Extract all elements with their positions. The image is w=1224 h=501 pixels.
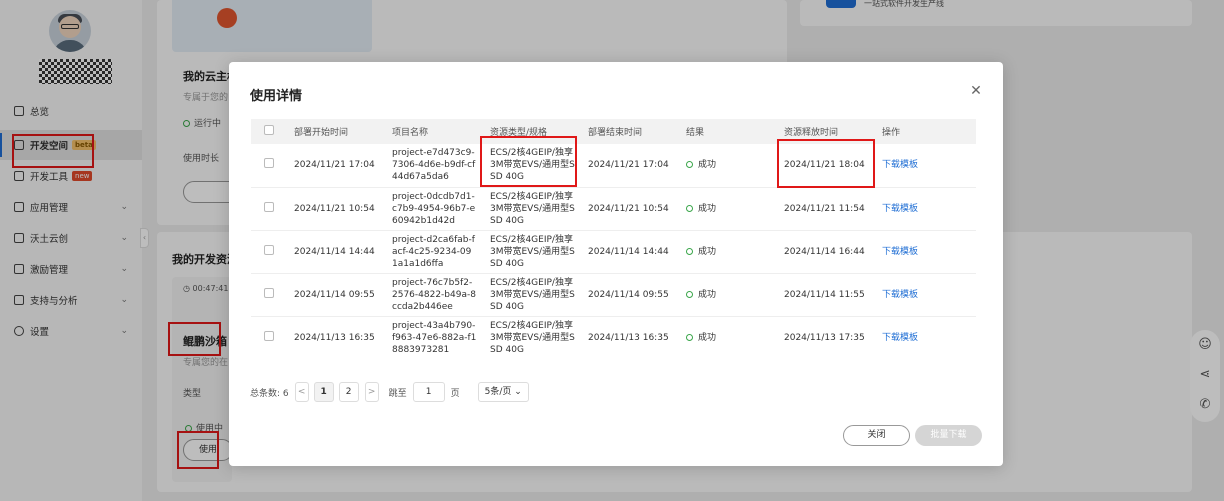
column-header: 操作	[875, 119, 976, 144]
highlight-resource-spec	[480, 136, 577, 187]
prev-page-button[interactable]: <	[294, 382, 309, 402]
start-time: 2024/11/21 17:04	[287, 144, 385, 188]
jump-label: 跳至	[388, 388, 407, 399]
pagination: 总条数: 6 < 1 2 > 跳至 页 5条/页 ⌄	[250, 382, 529, 402]
project-name: project-76c7b5f2-2576-4822-b49a-8ccda2b4…	[385, 273, 483, 317]
project-name: project-d2ca6fab-facf-4c25-9234-091a1a1d…	[385, 230, 483, 274]
row-checkbox[interactable]	[264, 330, 274, 341]
project-name: project-0dcdb7d1-c7b9-4954-96b7-e60942b1…	[385, 187, 483, 231]
download-template-link[interactable]: 下载模板	[882, 247, 918, 257]
success-icon	[686, 161, 693, 169]
result: 成功	[679, 144, 777, 188]
success-icon	[686, 204, 693, 212]
end-time: 2024/11/14 09:55	[581, 273, 679, 317]
start-time: 2024/11/14 14:44	[287, 230, 385, 274]
table-row: 2024/11/14 09:55 project-76c7b5f2-2576-4…	[251, 273, 976, 317]
success-icon	[686, 290, 693, 298]
page-size-select[interactable]: 5条/页 ⌄	[477, 382, 529, 402]
table-row: 2024/11/14 14:44 project-d2ca6fab-facf-4…	[251, 230, 976, 274]
table-scroll-fade	[251, 353, 976, 359]
row-checkbox[interactable]	[264, 158, 274, 169]
download-template-link[interactable]: 下载模板	[882, 160, 918, 170]
table-row: 2024/11/21 10:54 project-0dcdb7d1-c7b9-4…	[251, 187, 976, 231]
close-button[interactable]: 关闭	[843, 425, 910, 446]
column-header: 项目名称	[385, 119, 483, 144]
resource-spec: ECS/2核4GEIP/独享3M带宽EVS/通用型SSD 40G	[483, 187, 581, 231]
usage-details-modal: 使用详情 ✕ 部署开始时间 项目名称 资源类型/规格 部署结束时间 结果 资源释…	[229, 62, 1003, 466]
resource-spec: ECS/2核4GEIP/独享3M带宽EVS/通用型SSD 40G	[483, 230, 581, 274]
select-all-checkbox[interactable]	[264, 125, 274, 135]
release-time: 2024/11/21 11:54	[777, 187, 875, 231]
total-count: 总条数: 6	[250, 388, 289, 399]
page-2-button[interactable]: 2	[338, 382, 359, 402]
result: 成功	[679, 273, 777, 317]
resource-spec: ECS/2核4GEIP/独享3M带宽EVS/通用型SSD 40G	[483, 273, 581, 317]
row-checkbox[interactable]	[264, 287, 274, 298]
highlight-release-time	[777, 139, 875, 188]
jump-page-input[interactable]	[412, 382, 445, 402]
chevron-down-icon: ⌄	[514, 387, 522, 397]
column-header: 结果	[679, 119, 777, 144]
row-checkbox[interactable]	[264, 201, 274, 212]
close-icon[interactable]: ✕	[969, 84, 983, 98]
result: 成功	[679, 187, 777, 231]
end-time: 2024/11/21 17:04	[581, 144, 679, 188]
next-page-button[interactable]: >	[364, 382, 379, 402]
release-time: 2024/11/14 16:44	[777, 230, 875, 274]
page-1-button[interactable]: 1	[313, 382, 334, 402]
row-checkbox[interactable]	[264, 244, 274, 255]
end-time: 2024/11/21 10:54	[581, 187, 679, 231]
column-header: 部署开始时间	[287, 119, 385, 144]
success-icon	[686, 333, 693, 341]
success-icon	[686, 247, 693, 255]
column-header: 部署结束时间	[581, 119, 679, 144]
start-time: 2024/11/21 10:54	[287, 187, 385, 231]
project-name: project-e7d473c9-7306-4d6e-b9df-cf44d67a…	[385, 144, 483, 188]
end-time: 2024/11/14 14:44	[581, 230, 679, 274]
release-time: 2024/11/14 11:55	[777, 273, 875, 317]
result: 成功	[679, 230, 777, 274]
download-template-link[interactable]: 下载模板	[882, 290, 918, 300]
start-time: 2024/11/14 09:55	[287, 273, 385, 317]
download-template-link[interactable]: 下载模板	[882, 333, 918, 343]
download-template-link[interactable]: 下载模板	[882, 204, 918, 214]
modal-title: 使用详情	[250, 89, 303, 104]
batch-download-button: 批量下载	[915, 425, 982, 446]
page-unit-label: 页	[450, 388, 460, 399]
